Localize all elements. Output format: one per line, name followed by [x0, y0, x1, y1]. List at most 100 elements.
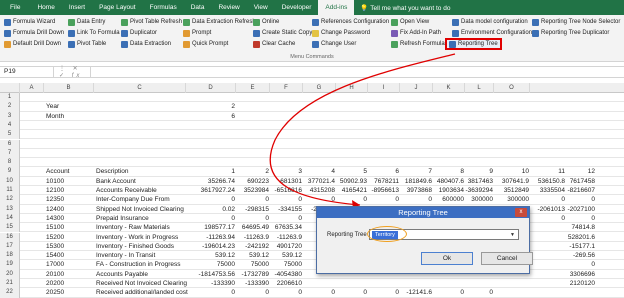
- formula-wizard-button[interactable]: Formula Wizard: [4, 17, 55, 27]
- grid-cell[interactable]: 0: [433, 288, 465, 297]
- grid-cell[interactable]: [400, 149, 433, 158]
- cancel-button[interactable]: Cancel: [481, 252, 533, 265]
- grid-cell[interactable]: Received Not Invoiced Clearing: [96, 279, 188, 288]
- grid-cell[interactable]: -2027100: [563, 205, 596, 214]
- grid-cell[interactable]: 5: [336, 167, 368, 176]
- formula-drill-down-button[interactable]: Formula Drill Down: [4, 28, 64, 38]
- grid-cell[interactable]: 3: [270, 167, 303, 176]
- grid-cell[interactable]: 0: [270, 288, 303, 297]
- grid-cell[interactable]: [46, 130, 96, 139]
- grid-cell[interactable]: [96, 112, 188, 121]
- fix-add-in-path-button[interactable]: Fix Add-In Path: [391, 28, 441, 38]
- grid-cell[interactable]: 0: [186, 214, 236, 223]
- change-password-button[interactable]: Change Password: [312, 28, 370, 38]
- grid-cell[interactable]: -11263.9: [270, 233, 303, 242]
- grid-cell[interactable]: [236, 121, 270, 130]
- row-header[interactable]: 12: [0, 195, 20, 205]
- grid-cell[interactable]: 1903634: [433, 186, 465, 195]
- grid-cell[interactable]: 0: [336, 288, 368, 297]
- grid-cell[interactable]: 0: [270, 214, 303, 223]
- pivot-table-refresh-button[interactable]: Pivot Table Refresh: [121, 17, 182, 27]
- row-header[interactable]: 6: [0, 139, 20, 149]
- grid-cell[interactable]: [465, 112, 494, 121]
- column-header[interactable]: F: [270, 83, 303, 93]
- grid-cell[interactable]: 20200: [46, 279, 96, 288]
- grid-cell[interactable]: 4901720: [270, 242, 303, 251]
- row-header[interactable]: 5: [0, 130, 20, 140]
- grid-cell[interactable]: 690223: [236, 177, 270, 186]
- duplicator-button[interactable]: Duplicator: [121, 28, 157, 38]
- grid-cell[interactable]: [303, 121, 336, 130]
- grid-cell[interactable]: 539.12: [186, 251, 236, 260]
- data-extraction-button[interactable]: Data Extraction: [121, 39, 171, 49]
- grid-cell[interactable]: [400, 279, 433, 288]
- grid-cell[interactable]: [433, 130, 465, 139]
- grid-cell[interactable]: Description: [96, 167, 188, 176]
- grid-cell[interactable]: [236, 112, 270, 121]
- grid-cell[interactable]: [494, 112, 530, 121]
- grid-cell[interactable]: -242192: [236, 242, 270, 251]
- grid-cell[interactable]: FA - Construction in Progress: [96, 260, 188, 269]
- grid-cell[interactable]: 480407.6: [433, 177, 465, 186]
- grid-cell[interactable]: 75000: [270, 260, 303, 269]
- grid-cell[interactable]: 10100: [46, 177, 96, 186]
- grid-cell[interactable]: 0: [236, 195, 270, 204]
- online-button[interactable]: Online: [253, 17, 279, 27]
- row-header[interactable]: 3: [0, 111, 20, 121]
- grid-cell[interactable]: [530, 233, 566, 242]
- grid-cell[interactable]: 15300: [46, 242, 96, 251]
- row-header[interactable]: 20: [0, 269, 20, 279]
- grid-cell[interactable]: [494, 149, 530, 158]
- grid-cell[interactable]: [400, 130, 433, 139]
- grid-cell[interactable]: [494, 140, 530, 149]
- tab-insert[interactable]: Insert: [62, 0, 92, 15]
- tab-file[interactable]: File: [0, 0, 30, 15]
- grid-cell[interactable]: 20250: [46, 288, 96, 297]
- column-header[interactable]: I: [368, 83, 400, 93]
- grid-cell[interactable]: -298315: [236, 205, 270, 214]
- grid-cell[interactable]: [368, 140, 400, 149]
- grid-cell[interactable]: [303, 279, 336, 288]
- grid-cell[interactable]: 0: [368, 195, 400, 204]
- grid-cell[interactable]: [530, 223, 566, 232]
- grid-cell[interactable]: [236, 149, 270, 158]
- grid-cell[interactable]: 3335504: [530, 186, 566, 195]
- row-header[interactable]: 8: [0, 158, 20, 168]
- grid-cell[interactable]: [494, 102, 530, 111]
- grid-cell[interactable]: Accounts Payable: [96, 270, 188, 279]
- grid-cell[interactable]: -8956613: [368, 186, 400, 195]
- grid-cell[interactable]: 0: [530, 214, 566, 223]
- reporting-tree-button[interactable]: Reporting Tree: [445, 38, 502, 50]
- row-header[interactable]: 7: [0, 148, 20, 159]
- grid-cell[interactable]: 6: [186, 112, 236, 121]
- chevron-down-icon[interactable]: ▼: [508, 231, 517, 239]
- grid-cell[interactable]: 35266.74: [186, 177, 236, 186]
- environment-configurations-button[interactable]: Environment Configurations: [452, 28, 535, 38]
- grid-cell[interactable]: 12: [563, 167, 596, 176]
- grid-cell[interactable]: [336, 279, 368, 288]
- grid-cell[interactable]: [303, 112, 336, 121]
- row-header[interactable]: 1: [0, 93, 20, 103]
- row-header[interactable]: 17: [0, 241, 20, 252]
- grid-cell[interactable]: Account: [46, 167, 96, 176]
- grid-cell[interactable]: [96, 121, 188, 130]
- grid-cell[interactable]: [236, 130, 270, 139]
- grid-cell[interactable]: 0: [368, 288, 400, 297]
- default-drill-down-button[interactable]: Default Drill Down: [4, 39, 61, 49]
- grid-cell[interactable]: [303, 158, 336, 167]
- grid-cell[interactable]: [336, 112, 368, 121]
- grid-cell[interactable]: 198577.17: [186, 223, 236, 232]
- grid-cell[interactable]: -11263.9: [236, 233, 270, 242]
- column-header[interactable]: J: [400, 83, 433, 93]
- grid-cell[interactable]: 6: [368, 167, 400, 176]
- grid-cell[interactable]: [433, 140, 465, 149]
- grid-cell[interactable]: [96, 130, 188, 139]
- grid-cell[interactable]: Inventory - Raw Materials: [96, 223, 188, 232]
- change-user-button[interactable]: Change User: [312, 39, 356, 49]
- row-header[interactable]: 2: [0, 102, 20, 112]
- create-static-copy-button[interactable]: Create Static Copy: [253, 28, 312, 38]
- grid-cell[interactable]: [186, 130, 236, 139]
- grid-cell[interactable]: [46, 121, 96, 130]
- grid-cell[interactable]: [400, 140, 433, 149]
- grid-cell[interactable]: 536150.8: [530, 177, 566, 186]
